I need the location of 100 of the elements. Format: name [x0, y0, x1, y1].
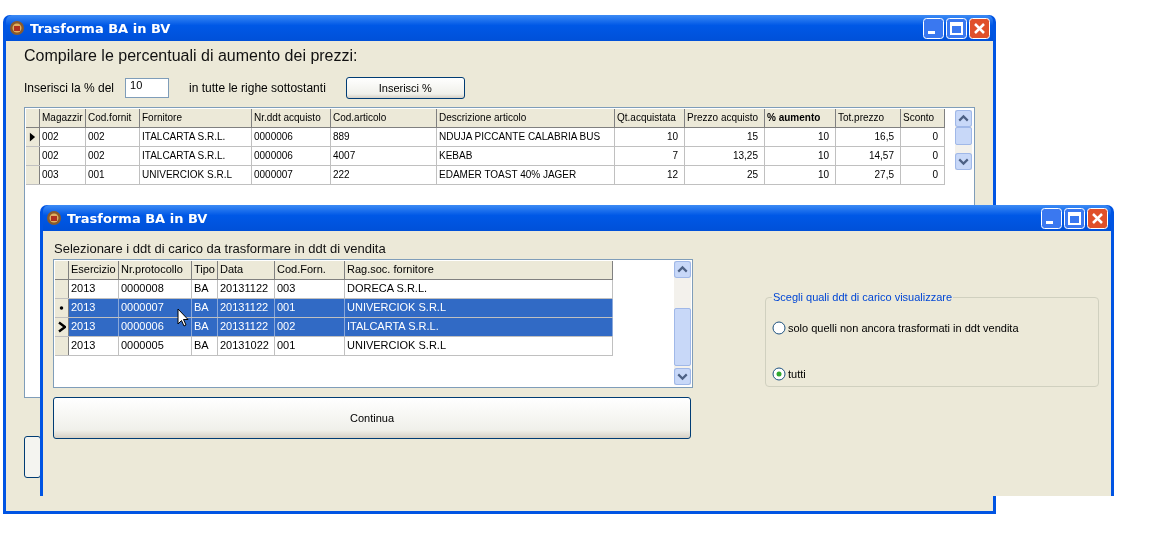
table-cell: 0	[901, 166, 945, 184]
column-header[interactable]: Sconto	[901, 109, 945, 127]
cursor-icon	[177, 308, 189, 328]
table-cell: 0	[901, 128, 945, 146]
table-cell: 27,5	[836, 166, 901, 184]
scroll-up-button[interactable]	[955, 110, 972, 127]
table-cell: 25	[685, 166, 765, 184]
close-button[interactable]	[969, 17, 990, 39]
maximize-button[interactable]	[1064, 207, 1085, 229]
table-cell: 2013	[69, 299, 119, 317]
close-button[interactable]	[1087, 207, 1108, 229]
table-cell: 13,25	[685, 147, 765, 165]
column-header[interactable]: Rag.soc. fornitore	[345, 261, 613, 279]
table-cell: NDUJA PICCANTE CALABRIA BUS	[437, 128, 615, 146]
column-header[interactable]: Cod.articolo	[331, 109, 437, 127]
table-cell: UNIVERCIOK S.R.L	[345, 299, 613, 317]
table-cell: 002	[40, 128, 86, 146]
radio-icon[interactable]	[772, 367, 786, 381]
instruction-text: Selezionare i ddt di carico da trasformare in ddt di vendita	[54, 241, 387, 256]
table-cell: 0000006	[252, 128, 331, 146]
column-header[interactable]: Qt.acquistata	[615, 109, 685, 127]
percent-label: Inserisci la % del	[24, 81, 115, 95]
table-cell: 20131122	[218, 299, 275, 317]
table-cell: 003	[275, 280, 345, 298]
table-cell: 001	[86, 166, 140, 184]
column-header[interactable]: Esercizio	[69, 261, 119, 279]
radio-icon[interactable]	[772, 321, 786, 335]
table-cell: 222	[331, 166, 437, 184]
app-icon	[46, 210, 62, 226]
column-header[interactable]: Descrizione articolo	[437, 109, 615, 127]
table-cell: KEBAB	[437, 147, 615, 165]
radio-option[interactable]: solo quelli non ancora trasformati in ddt vendita	[772, 321, 1090, 335]
column-header[interactable]: Tipo	[192, 261, 218, 279]
scroll-down-button[interactable]	[955, 153, 972, 170]
table-cell: 0	[901, 147, 945, 165]
group-title: Scegli quali ddt di carico visualizzare	[772, 291, 954, 303]
caret-icon	[57, 321, 66, 333]
table-cell: 20131122	[218, 318, 275, 336]
table-cell: 10	[765, 128, 836, 146]
table-cell: BA	[192, 337, 218, 355]
table-cell: 10	[765, 147, 836, 165]
column-header[interactable]: % aumento	[765, 109, 836, 127]
table-cell: 20131022	[218, 337, 275, 355]
table-cell: 10	[615, 128, 685, 146]
table-cell: ITALCARTA S.R.L.	[345, 318, 613, 336]
scrollbar[interactable]	[955, 110, 972, 170]
table-cell: 001	[275, 337, 345, 355]
column-header[interactable]: Prezzo acquisto	[685, 109, 765, 127]
column-header[interactable]: Tot.prezzo	[836, 109, 901, 127]
row-header[interactable]	[26, 128, 40, 146]
table-cell: 20131122	[218, 280, 275, 298]
table-cell: 2013	[69, 318, 119, 336]
radio-option[interactable]: tutti	[772, 367, 1090, 381]
table-cell: ITALCARTA S.R.L.	[140, 147, 252, 165]
table-cell: 16,5	[836, 128, 901, 146]
row-header[interactable]	[55, 318, 69, 336]
percent-field[interactable]: 10	[125, 78, 170, 98]
table-cell: 15	[685, 128, 765, 146]
table-cell: 002	[86, 128, 140, 146]
minimize-button[interactable]	[923, 17, 944, 39]
scroll-up-button[interactable]	[674, 261, 691, 278]
table-cell: UNIVERCIOK S.R.L	[345, 337, 613, 355]
column-header[interactable]: Cod.Forn.	[275, 261, 345, 279]
column-header[interactable]: Fornitore	[140, 109, 252, 127]
maximize-button[interactable]	[946, 17, 967, 39]
table-cell: DORECA S.R.L.	[345, 280, 613, 298]
window-title: Trasforma BA in BV	[67, 210, 209, 226]
insert-button[interactable]: Inserisci %	[345, 77, 465, 99]
table-cell: 0000008	[119, 280, 192, 298]
table-cell: 889	[331, 128, 437, 146]
table-cell: 2013	[69, 337, 119, 355]
app-icon	[9, 20, 25, 36]
minimize-button[interactable]	[1041, 207, 1062, 229]
percent-suffix: in tutte le righe sottostanti	[189, 81, 326, 95]
column-header[interactable]: Data	[218, 261, 275, 279]
dot-icon	[58, 303, 65, 313]
table-cell: 0000006	[252, 147, 331, 165]
table-cell: ITALCARTA S.R.L.	[140, 128, 252, 146]
column-header[interactable]: Nr.protocollo	[119, 261, 192, 279]
table-cell: 14,57	[836, 147, 901, 165]
table-cell: 7	[615, 147, 685, 165]
table-cell: 0000005	[119, 337, 192, 355]
table-cell: 0000007	[252, 166, 331, 184]
column-header[interactable]: Nr.ddt acquisto	[252, 109, 331, 127]
table-cell: 002	[275, 318, 345, 336]
table-cell: 002	[86, 147, 140, 165]
table-cell: BA	[192, 280, 218, 298]
continue-button[interactable]: Continua	[53, 397, 691, 439]
scroll-down-button[interactable]	[674, 368, 691, 385]
table-cell: UNIVERCIOK S.R.L	[140, 166, 252, 184]
scrollbar[interactable]	[674, 261, 691, 385]
row-header[interactable]	[55, 299, 69, 317]
table-cell: 003	[40, 166, 86, 184]
table-cell: 12	[615, 166, 685, 184]
scroll-thumb[interactable]	[674, 308, 691, 366]
column-header[interactable]: Magazzir	[40, 109, 86, 127]
column-header[interactable]: Cod.fornit	[86, 109, 140, 127]
scroll-thumb[interactable]	[955, 127, 972, 145]
table-cell: BA	[192, 299, 218, 317]
instruction-text: Compilare le percentuali di aumento dei prezzi:	[24, 47, 359, 65]
